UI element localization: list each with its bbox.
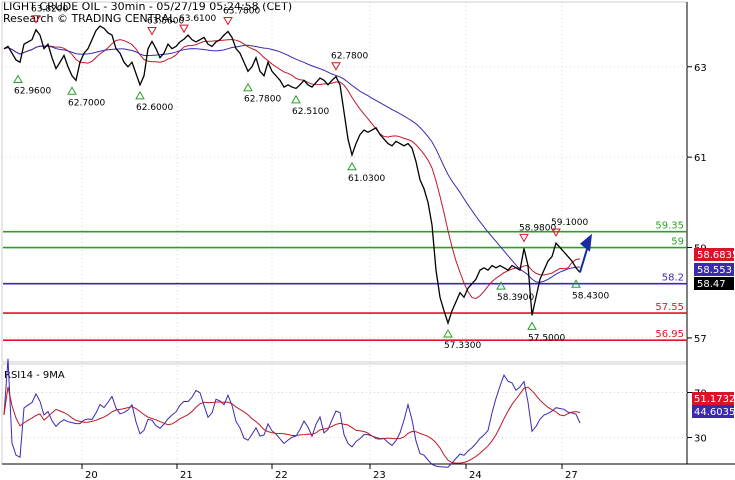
rsi-title: RSI14 - 9MA [4,370,65,381]
rsi-tag-label: 44.6035 [694,407,735,418]
low-label: 61.0300 [348,174,385,184]
low-label: 62.5100 [292,107,329,117]
level-label: 57.55 [655,302,684,313]
chart-canvas: 59.355958.257.5556.95 63.820063.560063.6… [1,1,735,480]
low-label: 57.3300 [444,341,481,351]
level-label: 59.35 [655,221,684,232]
level-label: 59 [671,237,684,248]
level-label: 56.95 [655,329,684,340]
y-tick-label: 61 [694,153,707,164]
high-marker [147,26,157,36]
price-line [3,25,581,326]
x-tick-label: 20 [85,470,98,480]
price-tag-label: 58.6835 [697,250,735,261]
x-tick-label: 23 [373,470,386,480]
low-marker [347,161,357,171]
x-tick-label: 27 [565,470,578,480]
low-label: 62.7800 [244,95,281,105]
low-label: 57.5000 [528,333,565,343]
price-tag-label: 58.47 [697,279,726,290]
low-marker [13,74,23,84]
low-marker [291,94,301,104]
low-label: 58.4300 [572,291,609,301]
low-marker [67,86,77,95]
low-label: 62.6000 [136,103,173,113]
level-label: 58.2 [662,273,684,284]
high-marker [31,15,41,24]
high-label: 63.7800 [223,7,260,17]
x-tick-label: 21 [180,470,193,480]
high-label: 63.6100 [179,14,216,24]
high-marker [331,62,341,71]
low-marker [443,328,453,338]
ma-slow-line [3,44,581,283]
low-label: 62.9600 [14,87,51,97]
low-label: 62.7000 [68,98,105,108]
high-label: 62.7800 [331,52,368,62]
rsi-panel-frame [1,363,688,465]
price-tag-label: 58.553 [697,265,732,276]
low-marker [243,82,253,92]
x-tick-label: 22 [275,470,288,480]
ma-fast-line [3,38,581,300]
high-label: 59.1000 [551,218,588,228]
high-marker [519,233,529,243]
low-marker [527,321,537,330]
high-label: 63.8200 [31,5,68,15]
rsi-line [3,358,581,468]
low-label: 58.3900 [497,293,534,303]
y-tick-label: 63 [694,63,707,74]
rsi-tag-label: 51.1732 [694,394,735,405]
rsi-ma-line [3,386,581,464]
projection-arrow-shaft [579,245,589,273]
x-tick-label: 24 [469,470,482,480]
high-marker [223,17,233,26]
rsi-y-tick-label: 30 [694,434,707,445]
y-tick-label: 57 [694,334,707,345]
low-marker [135,90,145,100]
